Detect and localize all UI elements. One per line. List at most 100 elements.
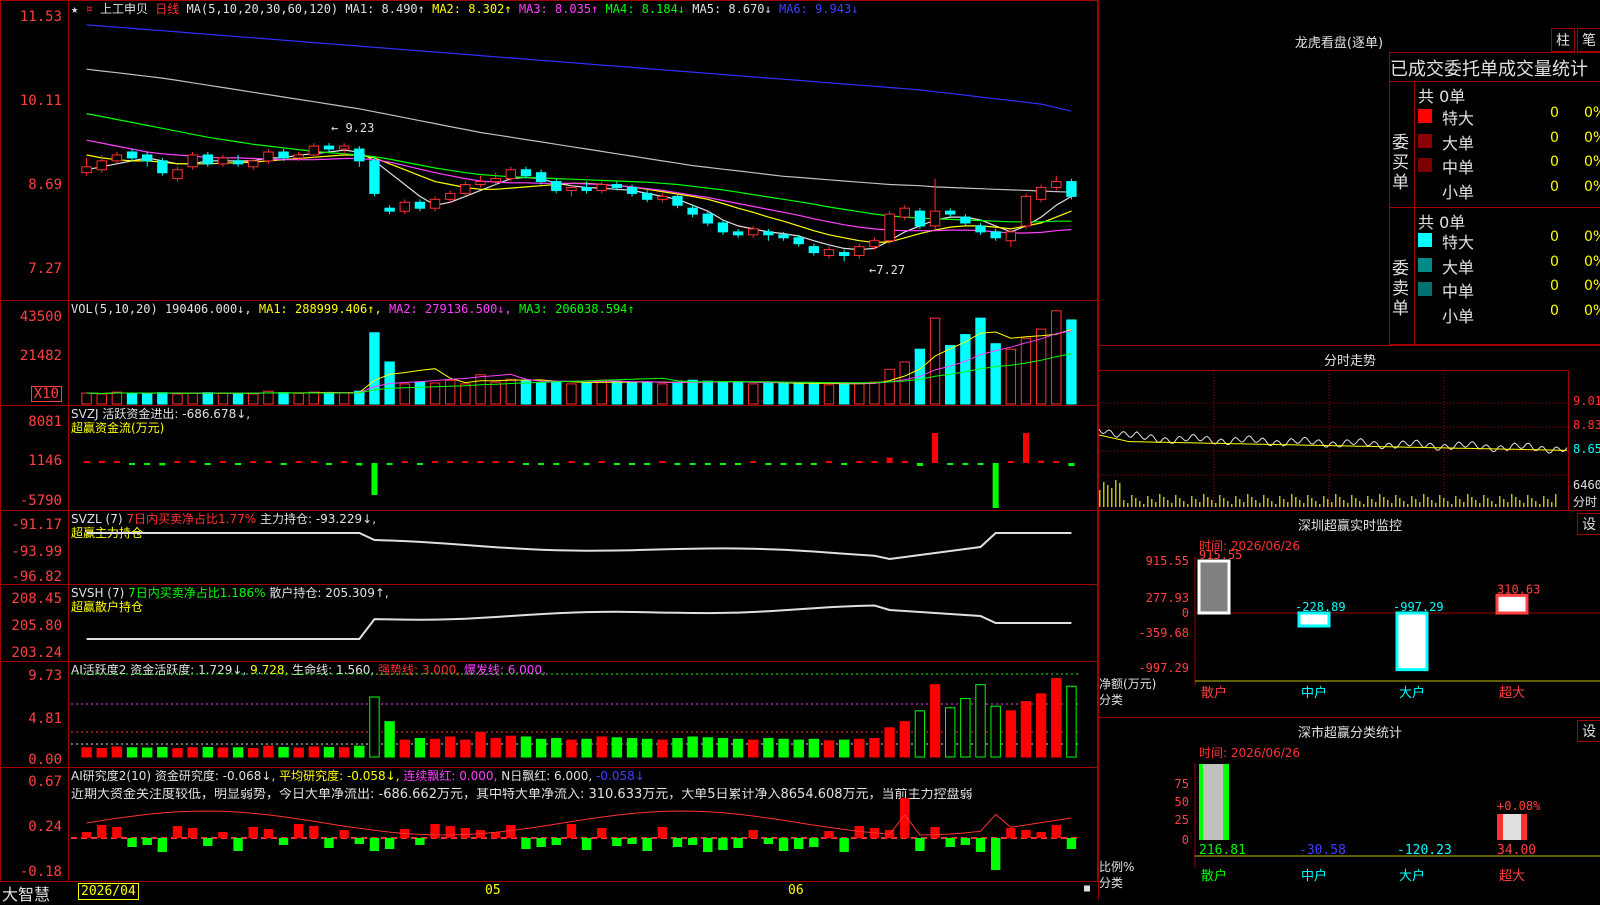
research-bar — [672, 838, 683, 847]
intraday-volume-bar — [1423, 494, 1425, 507]
research-bar — [597, 828, 607, 838]
intraday-volume-bar — [1535, 501, 1537, 507]
svsh-panel[interactable]: 208.45 205.80 203.24 SVSH (7) 7日内买卖净占比1.… — [0, 584, 1098, 662]
bar-mode-button[interactable]: 柱 — [1551, 28, 1575, 52]
color-swatch — [1418, 133, 1432, 148]
intraday-volume-bar — [1523, 503, 1525, 507]
class-stats-panel[interactable]: 深市超赢分类统计 设 时间: 2026/06/26 75 50 25 0 +0.08% 2… — [1099, 717, 1600, 900]
candle-body — [475, 181, 486, 186]
volume-bar — [202, 392, 213, 405]
fund-flow-bar — [174, 461, 181, 463]
research-bar — [612, 838, 622, 846]
activity-bar — [657, 739, 668, 758]
activity-bar — [323, 746, 335, 758]
volume-bar — [929, 317, 941, 405]
intraday-volume-bar — [1531, 498, 1533, 507]
research-bar — [263, 829, 274, 838]
order-percent: 0% — [1584, 154, 1600, 170]
activity-bar — [975, 684, 986, 758]
intraday-volume-bar — [1487, 498, 1489, 507]
fund-flow-bar — [613, 463, 620, 465]
activity-bar — [929, 684, 941, 758]
candle-body — [854, 246, 865, 257]
intraday-volume-bar — [1435, 503, 1437, 507]
fund-flow-bar — [477, 461, 484, 463]
research-bar — [733, 838, 743, 848]
activity-bar — [672, 738, 683, 758]
activity-bar — [884, 727, 895, 758]
intraday-volume-bar — [1491, 501, 1493, 507]
candle-body — [702, 213, 713, 224]
volume-bar — [248, 393, 259, 405]
net-flow-bar-chart: 915.55 277.930 -359.68 -997.29 915.55 散户 -228.… — [1138, 548, 1600, 701]
tick-label: -0.18 — [19, 864, 62, 880]
activity-bar — [551, 738, 562, 758]
research-bar — [278, 838, 289, 845]
fund-flow-bar — [992, 463, 999, 508]
order-row: 中单 0 0% — [1418, 154, 1600, 177]
candle-body — [975, 225, 986, 233]
volume-panel[interactable]: 43500 21482 X10 VOL(5,10,20) 190406.000↓… — [0, 300, 1098, 406]
volume-bar — [445, 379, 456, 405]
activity-bar — [111, 746, 123, 758]
tick-label: 277.93 — [1146, 591, 1189, 605]
activity-bar — [1005, 710, 1017, 758]
intraday-volume-bar — [1199, 502, 1201, 507]
order-type-label: 小单 — [1442, 182, 1475, 202]
ai-activity-panel[interactable]: 9.73 4.81 0.00 AI活跃度2 资金活跃度: 1.729↓, 9.7… — [0, 661, 1098, 768]
intraday-volume-bar — [1511, 494, 1513, 507]
month-label: 06 — [788, 883, 804, 898]
svzj-panel[interactable]: 8081 1146 -5790 SVZJ 活跃资金进出: -686.678↓, … — [0, 405, 1098, 511]
stats-box: 已成交委托单成交量统计 委买单 共 0单 特大 0 0% 大单 0 0% 中单 0 0% 小单 0 0… — [1389, 52, 1600, 345]
fund-flow-bar — [1038, 460, 1045, 463]
price-panel[interactable]: 11.53 10.11 8.69 7.27 ★ ¤ 上工申贝 日线 MA(5,1… — [0, 0, 1098, 301]
activity-bar — [81, 747, 92, 758]
fund-flow-bar — [235, 463, 242, 465]
research-bar — [657, 827, 668, 838]
activity-bar — [717, 738, 729, 758]
candle-body — [278, 151, 289, 159]
intraday-volume-bar — [1103, 482, 1105, 507]
category-label: 超大 — [1499, 869, 1525, 884]
tick-mode-button[interactable]: 笔 — [1577, 28, 1600, 52]
candle-body — [717, 222, 729, 233]
date-start[interactable]: 2026/04 — [78, 883, 139, 900]
candle-body — [626, 186, 638, 194]
holding-line — [86, 604, 1072, 640]
tick-label: 8.69 — [28, 177, 62, 193]
research-bar — [112, 827, 122, 838]
candle-body — [141, 154, 153, 162]
tick-label: 6460 — [1573, 478, 1600, 492]
intraday-volume-bar — [1175, 495, 1177, 507]
volume-bar — [1020, 337, 1032, 405]
activity-bar — [338, 747, 350, 758]
order-type-label: 中单 — [1442, 158, 1475, 177]
intraday-volume-bar — [1111, 488, 1113, 507]
bar-value-label: 310.63 — [1497, 582, 1540, 596]
fund-flow-bar — [538, 463, 545, 465]
research-bar — [1051, 825, 1061, 838]
candle-body — [263, 151, 274, 162]
intraday-volume-bar — [1527, 495, 1529, 507]
intraday-volume-bar — [1291, 494, 1293, 507]
fund-flow-bar — [1022, 433, 1029, 463]
ai-research-panel[interactable]: 0.67 0.24 -0.18 AI研究度2(10) 资金研究度: -0.068… — [0, 767, 1098, 882]
intraday-volume-bar — [1259, 503, 1261, 507]
intraday-volume-bar — [1339, 497, 1341, 507]
intraday-panel[interactable]: 分时走势 9.01 8.83 8.65 6460 分时 — [1098, 345, 1600, 510]
intraday-volume-bar — [1267, 498, 1269, 507]
candle-body — [869, 240, 880, 248]
intraday-volume-bar — [1315, 501, 1317, 507]
activity-bar — [854, 738, 865, 758]
order-type-label: 特大 — [1442, 109, 1475, 128]
activity-bar — [202, 746, 213, 758]
fund-flow-bar — [462, 461, 469, 463]
fund-flow-bar — [962, 463, 969, 465]
fund-flow-bar — [386, 463, 393, 465]
fund-flow-bar — [1068, 463, 1075, 466]
monitor-panel[interactable]: 深圳超赢实时监控 设 时间: 2026/06/26 915.55 277.93 0-… — [1099, 510, 1600, 717]
svzl-panel[interactable]: -91.17 -93.99 -96.82 SVZL (7) 7日内买卖净占比1.… — [0, 510, 1098, 585]
ma-line — [86, 154, 1072, 244]
lock-icon[interactable]: ■ — [1084, 883, 1090, 894]
intraday-volume-bar — [1479, 503, 1481, 507]
